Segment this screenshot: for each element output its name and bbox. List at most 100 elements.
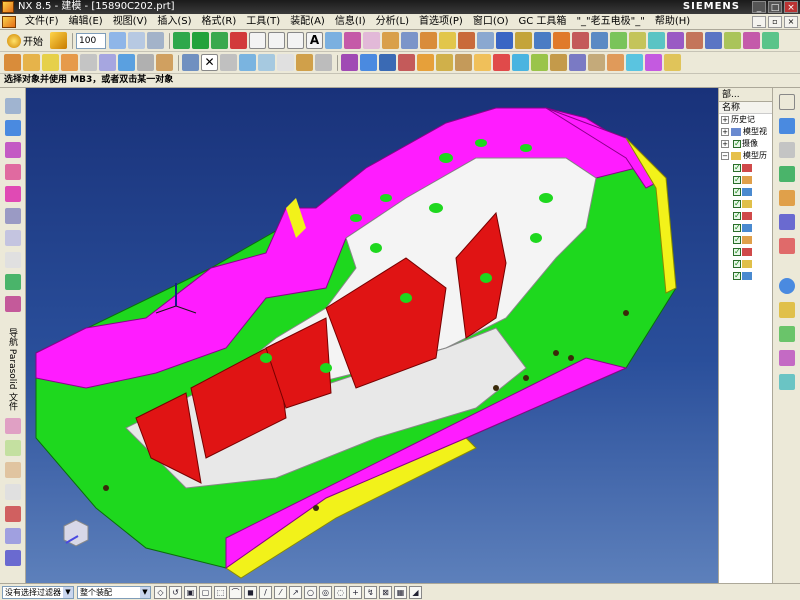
- cross-icon[interactable]: ✕: [201, 54, 218, 71]
- system-scene-tab-icon[interactable]: [779, 374, 795, 390]
- open-icon[interactable]: [50, 32, 67, 49]
- measure-icon[interactable]: [325, 32, 342, 49]
- feature-node[interactable]: [719, 162, 772, 174]
- assembly-navigator-icon[interactable]: [779, 118, 795, 134]
- pattern-icon[interactable]: [686, 32, 703, 49]
- sew-icon[interactable]: [724, 32, 741, 49]
- expand-icon[interactable]: +: [721, 116, 729, 124]
- part-navigator-tab-icon[interactable]: [779, 166, 795, 182]
- orient-icon[interactable]: [258, 54, 275, 71]
- selection-scope-combo[interactable]: 整个装配 ▼: [77, 585, 151, 599]
- process-studio-tab-icon[interactable]: [779, 326, 795, 342]
- snap-end-point-icon[interactable]: /: [259, 585, 272, 599]
- zoom-combo[interactable]: 100: [76, 32, 106, 49]
- checkbox[interactable]: [733, 246, 741, 258]
- offset-region-icon[interactable]: [61, 54, 78, 71]
- extrude-icon[interactable]: [382, 32, 399, 49]
- split-body-icon[interactable]: [667, 32, 684, 49]
- close-button[interactable]: ×: [784, 1, 798, 13]
- menu-edit[interactable]: 编辑(E): [64, 15, 108, 29]
- block-icon[interactable]: [455, 54, 472, 71]
- analysis-icon[interactable]: [398, 54, 415, 71]
- feature-node[interactable]: [719, 234, 772, 246]
- snap-point-icon[interactable]: [192, 32, 209, 49]
- trim-body-icon[interactable]: [648, 32, 665, 49]
- move-face-icon[interactable]: [23, 54, 40, 71]
- part-navigator-icon[interactable]: [360, 54, 377, 71]
- nav-node-model-views[interactable]: + 模型视: [719, 126, 772, 138]
- expand-icon[interactable]: +: [721, 128, 729, 136]
- feature-node[interactable]: [719, 246, 772, 258]
- snap-point-on-face-icon[interactable]: ⊠: [379, 585, 392, 599]
- pull-face-icon[interactable]: [42, 54, 59, 71]
- menu-insert[interactable]: 插入(S): [152, 15, 196, 29]
- menu-help[interactable]: 帮助(H): [650, 15, 695, 29]
- feature-node[interactable]: [719, 198, 772, 210]
- nx-app-icon[interactable]: [2, 1, 14, 13]
- offset-face-icon[interactable]: [629, 32, 646, 49]
- menu-file[interactable]: 文件(F): [20, 15, 64, 29]
- reuse-library-icon[interactable]: [5, 142, 21, 158]
- palette-icon-3[interactable]: [5, 462, 21, 478]
- zoom-icon[interactable]: [128, 32, 145, 49]
- box-icon[interactable]: [436, 54, 453, 71]
- edit-object-display-icon[interactable]: [277, 54, 294, 71]
- hd3d-tools-icon[interactable]: [779, 214, 795, 230]
- line-icon[interactable]: [249, 32, 266, 49]
- assembly-navigator-icon[interactable]: [5, 98, 21, 114]
- mold-model[interactable]: [26, 88, 718, 583]
- history-icon[interactable]: [5, 208, 21, 224]
- rectangle-icon[interactable]: [287, 32, 304, 49]
- snap-end-icon[interactable]: [211, 32, 228, 49]
- sphere-icon[interactable]: [512, 54, 529, 71]
- maximize-button[interactable]: □: [768, 1, 782, 13]
- feature-node[interactable]: [719, 270, 772, 282]
- process-studio-icon[interactable]: [5, 252, 21, 268]
- text-icon[interactable]: A: [306, 32, 323, 49]
- snap-pole-icon[interactable]: ◢: [409, 585, 422, 599]
- checkbox[interactable]: [733, 222, 741, 234]
- feature-node[interactable]: [719, 210, 772, 222]
- delete-face-icon[interactable]: [99, 54, 116, 71]
- menu-information[interactable]: 信息(I): [330, 15, 371, 29]
- navigator-column-name[interactable]: 名称: [719, 102, 772, 114]
- snap-quadrant-icon[interactable]: ◌: [334, 585, 347, 599]
- lip-icon[interactable]: [664, 54, 681, 71]
- system-materials-icon[interactable]: [5, 230, 21, 246]
- snap-point-on-curve-icon[interactable]: ↯: [364, 585, 377, 599]
- face-rule-icon[interactable]: ◼: [244, 585, 257, 599]
- menu-format[interactable]: 格式(R): [197, 15, 242, 29]
- orient-view-icon[interactable]: [417, 54, 434, 71]
- system-material-tab-icon[interactable]: [779, 302, 795, 318]
- chevron-down-icon[interactable]: ▼: [140, 586, 150, 598]
- snap-arc-center-icon[interactable]: ◎: [319, 585, 332, 599]
- palette-icon-7[interactable]: [5, 550, 21, 566]
- palette-icon-6[interactable]: [5, 528, 21, 544]
- navigator-title[interactable]: 部...: [719, 88, 772, 102]
- groove-icon[interactable]: [569, 54, 586, 71]
- reset-filter-icon[interactable]: ↺: [169, 585, 182, 599]
- checkbox[interactable]: [733, 258, 741, 270]
- pad-icon[interactable]: [477, 32, 494, 49]
- unite-icon[interactable]: [496, 32, 513, 49]
- draft-icon[interactable]: [610, 32, 627, 49]
- shell-icon[interactable]: [591, 32, 608, 49]
- roles-tab-icon[interactable]: [779, 350, 795, 366]
- parasolid-tab-label[interactable]: 导航 Parasolid 文件: [6, 328, 19, 410]
- checkbox[interactable]: [733, 138, 741, 150]
- electrode-icon[interactable]: [341, 54, 358, 71]
- system-menu-icon[interactable]: [2, 15, 16, 28]
- snap-existing-point-icon[interactable]: +: [349, 585, 362, 599]
- slot-icon[interactable]: [588, 54, 605, 71]
- select-icon[interactable]: [173, 32, 190, 49]
- nav-node-model-history[interactable]: − 模型历: [719, 150, 772, 162]
- copy-face-icon[interactable]: [137, 54, 154, 71]
- boss-icon[interactable]: [439, 32, 456, 49]
- snap-mid-icon[interactable]: [230, 32, 247, 49]
- snap-intersection-icon[interactable]: ○: [304, 585, 317, 599]
- doc-minimize-button[interactable]: _: [752, 15, 766, 28]
- rectangle-select-icon[interactable]: ⬚: [214, 585, 227, 599]
- palette-icon-1[interactable]: [5, 418, 21, 434]
- constraint-navigator-icon[interactable]: [779, 142, 795, 158]
- mirror-icon[interactable]: [705, 32, 722, 49]
